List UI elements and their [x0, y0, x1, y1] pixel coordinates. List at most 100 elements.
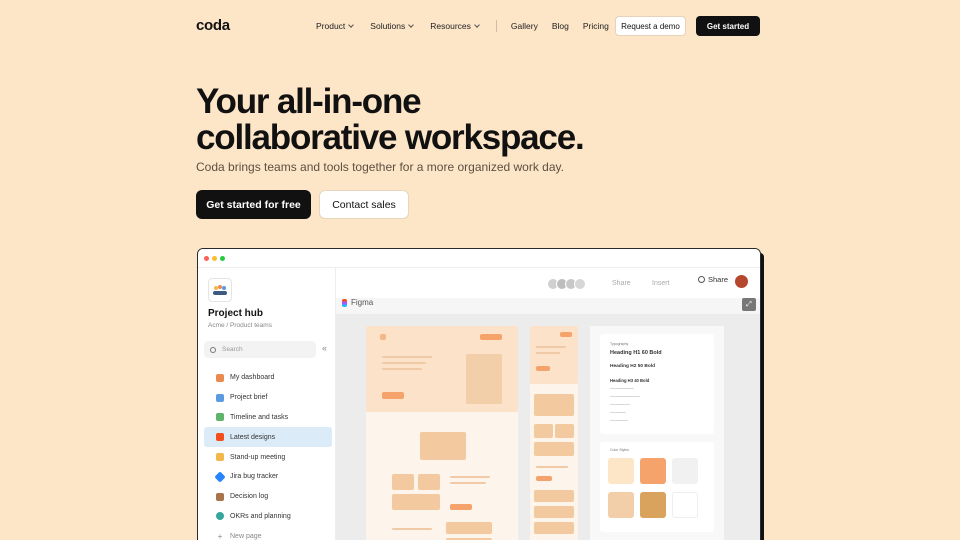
get-started-button[interactable]: Get started: [696, 16, 760, 36]
typography-caption: Typography: [610, 342, 629, 346]
new-page-button[interactable]: + New page: [204, 526, 332, 540]
contact-sales-button[interactable]: Contact sales: [319, 190, 409, 219]
team-icon: [208, 278, 232, 302]
mobile-mockup-frame: [530, 326, 578, 540]
doc-main: Share Insert Share Figma ⤢ Typography He…: [336, 268, 760, 540]
sidebar-item-okrs[interactable]: OKRs and planning: [204, 507, 332, 527]
hero-title-line-1: Your all-in-one: [196, 82, 422, 121]
chevron-down-icon: [408, 22, 415, 28]
mockup-card: [534, 506, 574, 518]
sidebar-item-label: Timeline and tasks: [230, 413, 289, 421]
mockup-card: [420, 432, 466, 460]
swatch-orange: [640, 458, 666, 484]
page-list: My dashboard Project brief Timeline and …: [204, 368, 332, 540]
swatch-peach-light: [608, 458, 634, 484]
heading-h2-sample: Heading H2 50 Bold: [610, 364, 656, 369]
sidebar-item-label: OKRs and planning: [230, 512, 291, 520]
swatch-tan: [608, 492, 634, 518]
hero-subtitle: Coda brings teams and tools together for…: [196, 160, 564, 174]
nav-product[interactable]: Product: [316, 21, 355, 31]
search-icon: [210, 346, 216, 353]
chevron-down-icon: [474, 22, 480, 28]
typography-card: Typography Heading H1 60 Bold Heading H2…: [600, 334, 714, 434]
mockup-text: [536, 346, 566, 348]
expand-icon[interactable]: ⤢: [742, 298, 756, 311]
mockup-cta: [450, 504, 472, 510]
mockup-cta: [382, 392, 404, 399]
minimize-dot-icon: [212, 255, 217, 261]
mockup-text: [450, 476, 490, 478]
sidebar-item-timeline[interactable]: Timeline and tasks: [204, 408, 332, 428]
hero-title: Your all-in-one collaborative workspace.: [196, 84, 636, 156]
nav-pricing[interactable]: Pricing: [583, 21, 609, 31]
mockup-cta: [536, 476, 552, 481]
sidebar-item-standup[interactable]: Stand-up meeting: [204, 447, 332, 467]
search-placeholder: Search: [222, 346, 243, 353]
color-styles-caption: Color Styles: [610, 448, 629, 452]
nav-gallery[interactable]: Gallery: [511, 21, 538, 31]
figma-logo-icon: [342, 298, 347, 307]
sidebar-item-decision-log[interactable]: Decision log: [204, 487, 332, 507]
nav-product-label: Product: [316, 21, 346, 31]
mockup-image: [466, 354, 502, 404]
target-icon: [216, 512, 224, 521]
chevron-down-icon: [348, 22, 355, 28]
nav-solutions[interactable]: Solutions: [370, 21, 415, 31]
coda-logo[interactable]: coda: [196, 17, 230, 34]
nav-resources[interactable]: Resources: [430, 21, 480, 31]
style-guide-frame: Typography Heading H1 60 Bold Heading H2…: [590, 326, 724, 540]
new-page-label: New page: [230, 532, 262, 540]
folder-icon: [216, 393, 224, 402]
mockup-text: [536, 466, 568, 468]
mockup-tile: [534, 442, 574, 456]
nav-divider: [495, 20, 497, 32]
sidebar-item-label: Latest designs: [230, 433, 276, 441]
sidebar-item-my-dashboard[interactable]: My dashboard: [204, 368, 332, 388]
close-dot-icon: [204, 255, 209, 261]
sidebar-item-latest-designs[interactable]: Latest designs: [204, 427, 332, 448]
mockup-logo: [380, 334, 386, 340]
swatch-caramel: [640, 492, 666, 518]
mockup-tile: [392, 474, 414, 490]
doc-title: Project hub: [208, 308, 264, 319]
mockup-text: [536, 352, 560, 354]
mockup-nav-button: [480, 334, 502, 340]
share-button[interactable]: Share: [698, 275, 728, 284]
jira-icon: [214, 471, 226, 483]
type-sample-line: [610, 396, 640, 397]
color-styles-card: Color Styles: [600, 442, 714, 532]
collapse-sidebar-icon[interactable]: «: [322, 343, 327, 353]
figma-label-text: Figma: [351, 298, 374, 307]
mockup-cta: [536, 366, 550, 371]
share-label: Share: [708, 275, 729, 284]
sidebar-item-jira[interactable]: Jira bug tracker: [204, 467, 332, 487]
sidebar-item-label: Decision log: [230, 493, 269, 501]
clipboard-icon: [216, 413, 224, 422]
request-demo-button[interactable]: Request a demo: [615, 16, 686, 36]
nav-solutions-label: Solutions: [370, 21, 406, 31]
sidebar-search-input[interactable]: Search: [204, 341, 316, 358]
plus-icon: +: [217, 531, 223, 540]
insert-ghost-label: Insert: [652, 280, 670, 287]
nav-blog[interactable]: Blog: [552, 21, 569, 31]
swatch-white: [672, 492, 698, 518]
user-avatar[interactable]: [734, 274, 749, 289]
sidebar-item-project-brief[interactable]: Project brief: [204, 388, 332, 408]
heading-h3-sample: Heading H3 40 Bold: [610, 378, 650, 383]
mockup-text: [382, 368, 422, 370]
share-ghost-label: Share: [612, 280, 631, 287]
mockup-card: [534, 394, 574, 416]
mockup-tile: [534, 424, 553, 438]
figma-embed-label: Figma: [342, 298, 373, 307]
mockup-card: [534, 522, 574, 534]
hero-title-line-2: collaborative workspace.: [196, 118, 585, 157]
type-sample-line: [610, 388, 634, 389]
desktop-mockup-frame: [366, 326, 518, 540]
figma-icon: [216, 433, 224, 442]
sidebar-item-label: Project brief: [230, 394, 268, 402]
mockup-tile: [392, 494, 440, 510]
get-started-free-button[interactable]: Get started for free: [196, 190, 311, 219]
doc-toolbar: Share Insert Share: [336, 268, 760, 298]
figma-canvas[interactable]: Typography Heading H1 60 Bold Heading H2…: [336, 314, 760, 540]
mockup-nav-button: [560, 332, 572, 337]
